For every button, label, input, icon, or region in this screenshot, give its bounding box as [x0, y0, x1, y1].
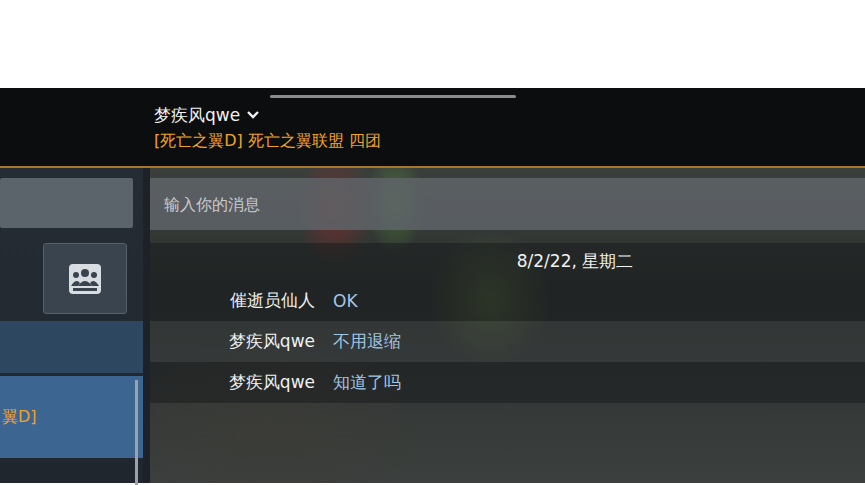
- clan-name: [死亡之翼D] 死亡之翼联盟 四团: [154, 131, 865, 151]
- message-text: 知道了吗: [333, 371, 401, 394]
- sidebar-search[interactable]: [0, 178, 133, 228]
- squad-button[interactable]: [43, 243, 127, 314]
- message-sender[interactable]: 催逝员仙人: [150, 289, 315, 312]
- chat-header: 梦疾风qwe [死亡之翼D] 死亡之翼联盟 四团: [0, 88, 865, 168]
- message-text: OK: [333, 291, 358, 311]
- message-row: 催逝员仙人 OK: [150, 280, 865, 321]
- scrollbar[interactable]: [135, 380, 138, 485]
- group-icon: [67, 262, 103, 296]
- message-input[interactable]: [150, 178, 865, 230]
- sidebar-item[interactable]: 翼D]: [0, 376, 143, 458]
- top-blank: [0, 0, 865, 88]
- chat-panel: 8/2/22, 星期二催逝员仙人 OK 梦疾风qwe 不用退缩梦疾风qwe 知道了吗: [150, 168, 865, 483]
- message-text: 不用退缩: [333, 330, 401, 353]
- date-text: 8/2/22, 星期二: [517, 250, 634, 273]
- chevron-down-icon[interactable]: [246, 110, 260, 120]
- drag-handle[interactable]: [270, 95, 516, 98]
- message-row: 梦疾风qwe 知道了吗: [150, 362, 865, 403]
- chat-body: 翼D] 8/2/22, 星期二催逝员仙人 OK 梦疾风qwe 不用退缩梦疾风qwe 知道了…: [0, 168, 865, 483]
- message-sender[interactable]: 梦疾风qwe: [150, 330, 315, 353]
- chat-title[interactable]: 梦疾风qwe: [154, 105, 865, 125]
- date-separator: 8/2/22, 星期二: [150, 243, 865, 280]
- message-row: 梦疾风qwe 不用退缩: [150, 321, 865, 362]
- message-sender[interactable]: 梦疾风qwe: [150, 371, 315, 394]
- sidebar: 翼D]: [0, 168, 143, 483]
- sidebar-item-label: 翼D]: [2, 407, 37, 428]
- sidebar-group[interactable]: [0, 321, 143, 373]
- player-name: 梦疾风qwe: [154, 105, 240, 125]
